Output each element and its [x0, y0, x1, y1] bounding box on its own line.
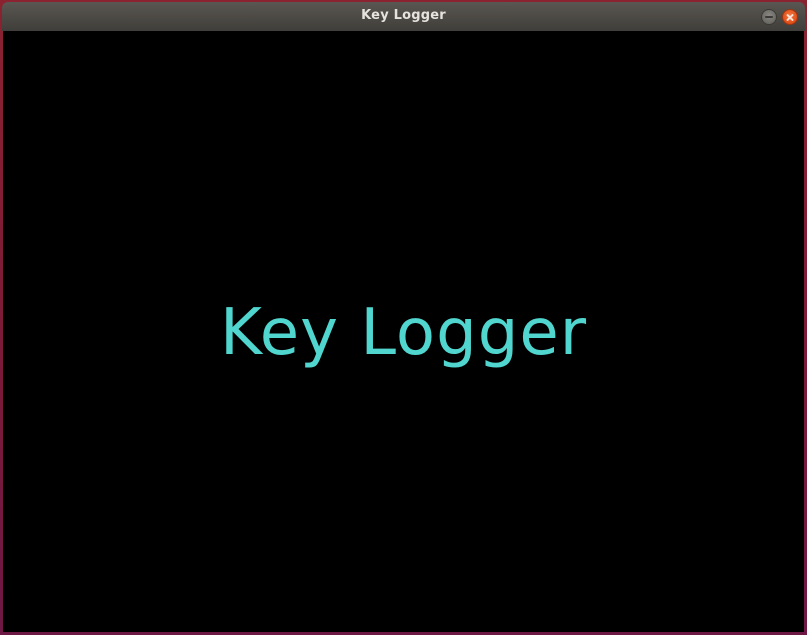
title-bar[interactable]: Key Logger [2, 2, 805, 31]
close-button[interactable] [782, 9, 798, 25]
minimize-button[interactable] [761, 9, 777, 25]
app-window: Key Logger Key Logger [0, 0, 807, 635]
app-heading: Key Logger [220, 296, 587, 370]
minimize-icon [765, 16, 773, 18]
close-icon [786, 13, 794, 21]
window-title: Key Logger [361, 8, 446, 23]
main-canvas: Key Logger [3, 31, 804, 632]
